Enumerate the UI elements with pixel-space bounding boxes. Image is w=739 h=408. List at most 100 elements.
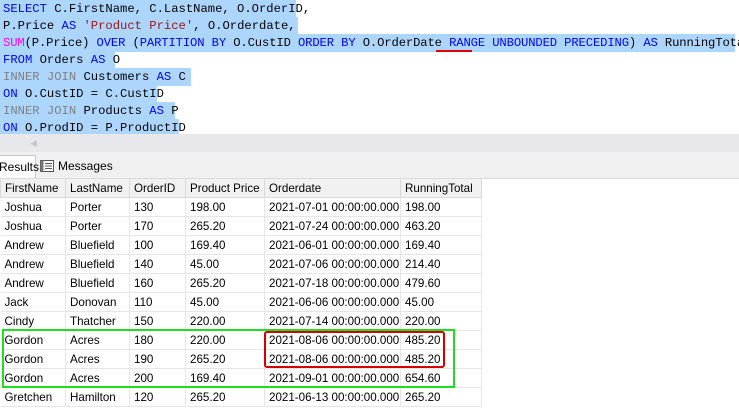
sql-editor[interactable]: SELECT C.FirstName, C.LastName, O.OrderI… (0, 0, 739, 137)
table-cell[interactable]: 265.20 (185, 216, 265, 236)
table-cell[interactable]: 150 (129, 311, 186, 331)
table-cell[interactable]: 2021-07-06 00:00:00.000 (264, 254, 401, 274)
table-cell[interactable]: 220.00 (185, 311, 265, 331)
table-cell[interactable]: 45.00 (185, 254, 265, 274)
table-cell[interactable]: 220.00 (400, 311, 482, 331)
code-token: ( (125, 36, 140, 50)
code-line-5[interactable]: INNER JOIN Customers AS C (0, 68, 191, 86)
tab-results[interactable]: Results (0, 155, 39, 178)
table-cell[interactable]: Hamilton (65, 387, 130, 407)
code-token: O (105, 53, 121, 67)
code-token: AS (149, 104, 164, 118)
table-cell[interactable]: 160 (129, 273, 186, 293)
table-cell[interactable]: Donovan (65, 292, 130, 312)
code-token: ON (3, 87, 18, 101)
table-cell[interactable]: Gretchen (0, 387, 66, 407)
table-cell[interactable]: Joshua (0, 197, 66, 217)
table-row: Andrew Bluefield 160 265.20 2021-07-18 0… (0, 273, 482, 293)
table-cell[interactable]: 110 (129, 292, 186, 312)
table-cell[interactable]: 170 (129, 216, 186, 236)
tab-messages[interactable]: Messages (38, 155, 113, 177)
code-line-6[interactable]: ON O.CustID = C.CustID (0, 85, 164, 103)
table-cell[interactable]: 169.40 (185, 235, 265, 255)
code-token: OVER (96, 36, 126, 50)
table-cell[interactable]: Andrew (0, 273, 66, 293)
table-cell[interactable]: Bluefield (65, 235, 130, 255)
code-token: PARTITION BY (139, 36, 227, 50)
table-cell[interactable]: 2021-07-18 00:00:00.000 (264, 273, 401, 293)
code-token: RunningTotal (664, 36, 739, 50)
table-cell[interactable]: Joshua (0, 216, 66, 236)
table-cell[interactable]: 479.60 (400, 273, 482, 293)
table-cell[interactable]: 463.20 (400, 216, 482, 236)
code-token: P.Price (3, 19, 62, 33)
editor-horizontal-scrollbar[interactable]: ◀ (0, 134, 739, 152)
messages-icon (40, 160, 54, 172)
code-line-2[interactable]: P.Price AS 'Product Price', O.Orderdate, (0, 17, 298, 35)
code-token: ORDER BY (297, 36, 356, 50)
table-cell[interactable]: 2021-06-06 00:00:00.000 (264, 292, 401, 312)
table-cell[interactable]: Jack (0, 292, 66, 312)
code-token: O.OrderDate (355, 36, 450, 50)
code-line-4[interactable]: FROM Orders AS O (0, 51, 120, 69)
table-cell[interactable]: 169.40 (400, 235, 482, 255)
table-cell[interactable]: Porter (65, 197, 130, 217)
table-cell[interactable]: 2021-07-01 00:00:00.000 (264, 197, 401, 217)
table-cell[interactable]: 2021-07-14 00:00:00.000 (264, 311, 401, 331)
table-cell[interactable]: 140 (129, 254, 186, 274)
tab-messages-label: Messages (58, 159, 113, 173)
column-header-orderid[interactable]: OrderID (129, 178, 186, 198)
table-cell[interactable]: 198.00 (185, 197, 265, 217)
code-token: SUM (3, 36, 25, 50)
table-cell[interactable]: 2021-07-24 00:00:00.000 (264, 216, 401, 236)
table-row: Cindy Thatcher 150 220.00 2021-07-14 00:… (0, 311, 482, 331)
code-token: Customers (76, 70, 157, 84)
header-row: FirstName LastName OrderID Product Price… (0, 178, 482, 198)
table-cell[interactable]: 45.00 (185, 292, 265, 312)
column-header-product-price[interactable]: Product Price (185, 178, 265, 198)
table-row: Gretchen Hamilton 120 265.20 2021-06-13 … (0, 387, 482, 407)
code-token: ) (628, 36, 644, 50)
column-header-lastname[interactable]: LastName (65, 178, 130, 198)
table-cell[interactable]: 214.40 (400, 254, 482, 274)
table-cell[interactable]: 198.00 (400, 197, 482, 217)
column-header-runningtotal[interactable]: RunningTotal (400, 178, 482, 198)
scroll-left-arrow-icon[interactable]: ◀ (30, 138, 37, 149)
table-cell[interactable]: Bluefield (65, 273, 130, 293)
code-token: O.CustID (226, 36, 298, 50)
table-cell[interactable]: Thatcher (65, 311, 130, 331)
code-token: INNER JOIN (3, 104, 77, 118)
range-keyword: RANGE (449, 36, 486, 50)
code-token: C (171, 70, 186, 84)
table-cell[interactable]: 45.00 (400, 292, 482, 312)
code-token: Products (76, 104, 150, 118)
code-token: AS (156, 70, 172, 84)
table-cell[interactable]: Porter (65, 216, 130, 236)
code-token: INNER JOIN (3, 70, 77, 84)
code-token: AS (61, 19, 77, 33)
table-cell[interactable]: 130 (129, 197, 186, 217)
code-token: P (163, 104, 179, 118)
table-cell[interactable]: 265.20 (185, 387, 265, 407)
table-cell[interactable]: 265.20 (185, 273, 265, 293)
code-token: AS (90, 53, 106, 67)
table-cell[interactable]: 265.20 (400, 387, 482, 407)
table-cell[interactable]: 2021-06-13 00:00:00.000 (264, 387, 401, 407)
table-cell[interactable]: Cindy (0, 311, 66, 331)
range-underline (436, 50, 472, 52)
table-cell[interactable]: Andrew (0, 254, 66, 274)
column-header-orderdate[interactable]: Orderdate (264, 178, 401, 198)
code-token: 'Product Price' (83, 19, 194, 33)
table-row: Jack Donovan 110 45.00 2021-06-06 00:00:… (0, 292, 482, 312)
code-line-3[interactable]: SUM(P.Price) OVER (PARTITION BY O.CustID… (0, 34, 739, 52)
code-token: C.FirstName, C.LastName, O.OrderID, (46, 2, 311, 16)
column-header-firstname[interactable]: FirstName (0, 178, 66, 198)
table-cell[interactable]: 100 (129, 235, 186, 255)
table-cell[interactable]: 2021-06-01 00:00:00.000 (264, 235, 401, 255)
code-line-1[interactable]: SELECT C.FirstName, C.LastName, O.OrderI… (0, 0, 310, 18)
code-line-7[interactable]: INNER JOIN Products AS P (0, 102, 179, 120)
table-cell[interactable]: Andrew (0, 235, 66, 255)
code-token: , O.Orderdate, (193, 19, 296, 33)
table-cell[interactable]: 120 (129, 387, 186, 407)
table-cell[interactable]: Bluefield (65, 254, 130, 274)
